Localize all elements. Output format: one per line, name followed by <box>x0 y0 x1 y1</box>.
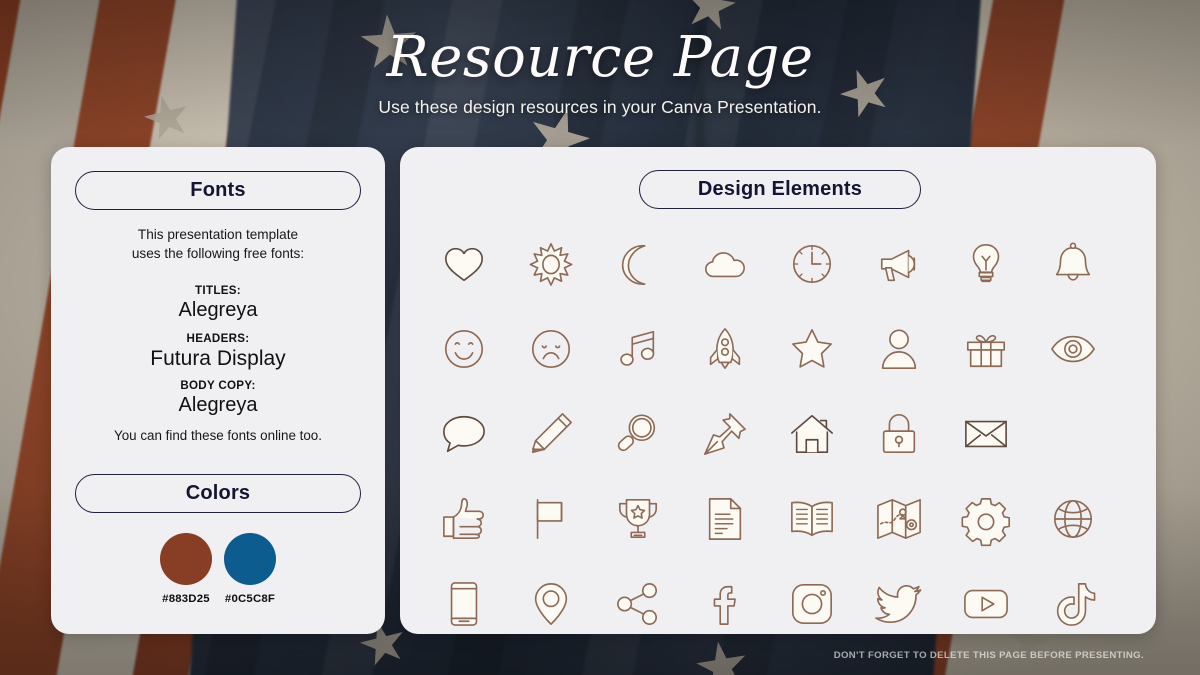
color-swatch: #883D25 <box>160 533 212 605</box>
rocket-icon[interactable] <box>681 318 768 380</box>
twitter-icon[interactable] <box>855 573 942 635</box>
star-icon[interactable] <box>768 318 855 380</box>
map-icon[interactable] <box>855 488 942 550</box>
sun-icon[interactable] <box>507 233 594 295</box>
font-entry-titles: TITLES: Alegreya <box>51 284 385 322</box>
fonts-intro-line-1: This presentation template <box>137 227 299 242</box>
page-title: Resource Page <box>386 25 814 90</box>
font-role-label: BODY COPY: <box>180 379 256 392</box>
phone-icon[interactable] <box>420 573 507 635</box>
trophy-icon[interactable] <box>594 488 681 550</box>
pencil-icon[interactable] <box>507 403 594 465</box>
color-swatch: #0C5C8F <box>224 533 276 605</box>
envelope-icon[interactable] <box>942 403 1029 465</box>
lock-icon[interactable] <box>855 403 942 465</box>
pushpin-icon[interactable] <box>681 403 768 465</box>
icon-row <box>420 391 1136 476</box>
smiley-happy-icon[interactable] <box>420 318 507 380</box>
speech-bubble-icon[interactable] <box>420 403 507 465</box>
color-hex-label: #883D25 <box>162 593 210 605</box>
font-name-value: Futura Display <box>150 347 286 370</box>
page-header: Resource Page Use these design resources… <box>0 25 1200 118</box>
delete-page-reminder: DON'T FORGET TO DELETE THIS PAGE BEFORE … <box>833 650 1144 661</box>
thumbs-up-icon[interactable] <box>420 488 507 550</box>
font-name-value: Alegreya <box>178 299 258 321</box>
fonts-intro-line-2: uses the following free fonts: <box>131 246 305 262</box>
eye-icon[interactable] <box>1029 318 1116 380</box>
icon-row <box>420 221 1136 306</box>
lightbulb-icon[interactable] <box>942 233 1029 295</box>
icon-grid <box>420 221 1136 646</box>
font-name-value: Alegreya <box>178 394 258 416</box>
design-elements-title: Design Elements <box>697 178 863 200</box>
book-icon[interactable] <box>768 488 855 550</box>
share-icon[interactable] <box>594 573 681 635</box>
fonts-panel: Fonts This presentation template uses th… <box>51 147 385 634</box>
cloud-icon[interactable] <box>681 233 768 295</box>
megaphone-icon[interactable] <box>855 233 942 295</box>
tiktok-icon[interactable] <box>1029 573 1116 635</box>
person-icon[interactable] <box>855 318 942 380</box>
font-role-label: HEADERS: <box>186 332 250 345</box>
font-entry-body-copy: BODY COPY: Alegreya <box>51 379 385 417</box>
flag-icon[interactable] <box>507 488 594 550</box>
moon-icon[interactable] <box>594 233 681 295</box>
icon-row <box>420 306 1136 391</box>
heart-icon[interactable] <box>420 233 507 295</box>
colors-section-header: Colors <box>75 474 361 513</box>
location-pin-icon[interactable] <box>507 573 594 635</box>
house-icon[interactable] <box>768 403 855 465</box>
color-swatch-list: #883D25 #0C5C8F <box>51 533 385 605</box>
facebook-icon[interactable] <box>681 573 768 635</box>
document-icon[interactable] <box>681 488 768 550</box>
color-swatch-dot <box>160 533 212 585</box>
instagram-icon[interactable] <box>768 573 855 635</box>
design-elements-panel: Design Elements <box>400 147 1156 634</box>
music-note-icon[interactable] <box>594 318 681 380</box>
fonts-title: Fonts <box>190 179 246 201</box>
color-hex-label: #0C5C8F <box>224 593 276 605</box>
icon-row <box>420 476 1136 561</box>
youtube-icon[interactable] <box>942 573 1029 635</box>
globe-icon[interactable] <box>1029 488 1116 550</box>
fonts-intro: This presentation template uses the foll… <box>51 225 385 264</box>
magnifier-icon[interactable] <box>594 403 681 465</box>
design-elements-section-header: Design Elements <box>639 170 921 209</box>
clock-icon[interactable] <box>768 233 855 295</box>
font-role-label: TITLES: <box>195 284 241 297</box>
gear-icon[interactable] <box>942 488 1029 550</box>
fonts-outro: You can find these fonts online too. <box>114 428 322 443</box>
bell-icon[interactable] <box>1029 233 1116 295</box>
font-entry-headers: HEADERS: Futura Display <box>51 332 385 371</box>
page-subtitle: Use these design resources in your Canva… <box>378 97 822 118</box>
smiley-sad-icon[interactable] <box>507 318 594 380</box>
icon-row <box>420 561 1136 646</box>
gift-icon[interactable] <box>942 318 1029 380</box>
colors-title: Colors <box>185 482 251 504</box>
fonts-section-header: Fonts <box>75 171 361 210</box>
color-swatch-dot <box>224 533 276 585</box>
